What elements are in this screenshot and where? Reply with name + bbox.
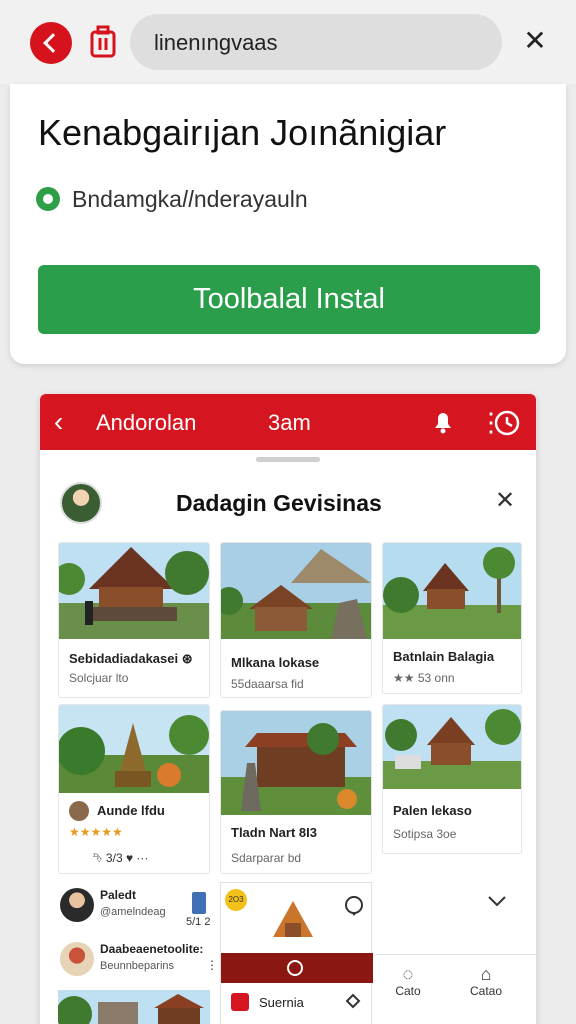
promo-badge: 2O3 bbox=[225, 889, 247, 911]
place-card[interactable]: Mlkana lokase 55daaarsa fid bbox=[220, 542, 372, 698]
place-card[interactable]: Palen lekaso Sotipsa 3oe bbox=[382, 704, 522, 854]
card-subtitle: ★★ 53 onn bbox=[393, 671, 455, 685]
app-back-icon[interactable]: ‹ bbox=[54, 408, 78, 436]
install-card: Kenabgairıjan Joınãnigiar Bndamgka𝑙𝑙nder… bbox=[10, 84, 566, 364]
history-icon[interactable] bbox=[492, 408, 522, 438]
app-title: Kenabgairıjan Joınãnigiar bbox=[38, 112, 447, 153]
more-icon[interactable]: ⋮ bbox=[478, 406, 504, 438]
user-avatar[interactable] bbox=[60, 888, 94, 922]
author-avatar[interactable] bbox=[69, 801, 89, 821]
list-item-subtitle: Beunnbeparins bbox=[100, 960, 175, 972]
chat-icon[interactable] bbox=[343, 895, 365, 917]
url-text: linenıngvaas bbox=[154, 30, 278, 55]
card-title: Batnlain Balagia bbox=[393, 649, 495, 664]
list-item-name: Daabeaenetoolite: bbox=[100, 942, 204, 956]
nav-label: Cato bbox=[395, 984, 421, 998]
rating-stars: ★★★★★ bbox=[69, 825, 123, 839]
delete-icon[interactable] bbox=[88, 24, 118, 58]
place-photo bbox=[221, 543, 371, 639]
install-button[interactable]: Toolbalal Instal bbox=[38, 265, 540, 334]
place-photo bbox=[58, 990, 210, 1024]
app-preview: ‹ Andorolan 3am ⋮ Dadagin Gevisinas ✕ Se… bbox=[40, 394, 536, 1024]
place-card[interactable]: Sebidadiadakasei ⊛ Solcjuar lto bbox=[58, 542, 210, 698]
promo-label: Suernia bbox=[259, 995, 304, 1010]
developer-name: Bndamgka𝑙𝑙nderayauln bbox=[72, 185, 308, 212]
place-photo bbox=[383, 705, 521, 789]
chevron-down-icon[interactable] bbox=[486, 894, 508, 908]
promo-bar bbox=[221, 953, 373, 983]
card-title: Tladn Nart 8I3 bbox=[231, 825, 317, 840]
list-item[interactable]: Daabeaenetoolite: Beunnbeparins ⋮ bbox=[56, 936, 218, 986]
divider bbox=[376, 954, 536, 955]
app-header-center: 3am bbox=[268, 410, 311, 435]
close-icon[interactable]: ✕ bbox=[520, 26, 550, 56]
card-title: Palen lekaso bbox=[393, 803, 472, 818]
user-avatar[interactable] bbox=[60, 942, 94, 976]
list-item-subtitle: @amelndeag bbox=[100, 906, 166, 918]
card-subtitle: 55daaarsa fid bbox=[231, 677, 304, 691]
sheet-close-icon[interactable]: ✕ bbox=[492, 488, 518, 514]
nav-label: Catao bbox=[469, 984, 503, 998]
back-icon[interactable] bbox=[30, 22, 72, 64]
card-title: Mlkana lokase bbox=[231, 655, 320, 670]
card-subtitle: Sotipsa 3oe bbox=[393, 827, 457, 841]
card-actions[interactable]: ⮷ 3/3 ♥ ⋯ bbox=[93, 851, 148, 866]
nav-icon: ◌ bbox=[402, 964, 414, 984]
nav-icon: ⌂ bbox=[480, 964, 492, 984]
avatar[interactable] bbox=[60, 482, 102, 524]
share-icon[interactable] bbox=[343, 991, 363, 1011]
browser-toolbar: linenıngvaas ✕ bbox=[0, 0, 576, 84]
card-title: Aunde lfdu bbox=[97, 803, 165, 818]
promo-card[interactable]: 2O3 Suernia bbox=[220, 882, 373, 1024]
place-card[interactable]: Tladn Nart 8I3 Sdarparar bd bbox=[220, 710, 372, 874]
list-item-name: Paledt bbox=[100, 888, 137, 902]
address-bar[interactable]: linenıngvaas bbox=[130, 14, 502, 70]
phone-icon bbox=[192, 892, 206, 914]
notification-icon[interactable] bbox=[430, 408, 456, 436]
place-photo bbox=[221, 711, 371, 815]
place-photo bbox=[383, 543, 521, 639]
card-subtitle: Solcjuar lto bbox=[69, 671, 129, 685]
sheet-title: Dadagin Gevisinas bbox=[176, 490, 382, 516]
temple-icon bbox=[273, 901, 313, 937]
list-item-badge: 5/1 2 bbox=[186, 916, 211, 928]
app-icon bbox=[231, 993, 249, 1011]
sheet-handle[interactable] bbox=[256, 457, 320, 462]
list-item-more-icon[interactable]: ⋮ bbox=[206, 958, 218, 972]
developer-row[interactable]: Bndamgka𝑙𝑙nderayauln bbox=[36, 184, 308, 214]
list-item[interactable]: Paledt @amelndeag 5/1 2 bbox=[56, 882, 216, 932]
app-header-title: Andorolan bbox=[96, 410, 197, 435]
nav-item-cato[interactable]: ◌ Cato bbox=[388, 964, 428, 998]
app-header: ‹ Andorolan 3am ⋮ bbox=[40, 394, 536, 450]
card-title: Sebidadiadakasei ⊛ bbox=[69, 651, 193, 666]
place-card[interactable]: Batnlain Balagia ★★ 53 onn bbox=[382, 542, 522, 694]
place-photo bbox=[59, 543, 209, 639]
nav-item-catao[interactable]: ⌂ Catao bbox=[466, 964, 506, 998]
developer-icon bbox=[36, 187, 60, 211]
location-icon[interactable] bbox=[287, 960, 303, 976]
place-photo bbox=[59, 705, 209, 793]
card-subtitle: Sdarparar bd bbox=[231, 851, 302, 865]
place-card[interactable]: Aunde lfdu ★★★★★ ⮷ 3/3 ♥ ⋯ bbox=[58, 704, 210, 874]
